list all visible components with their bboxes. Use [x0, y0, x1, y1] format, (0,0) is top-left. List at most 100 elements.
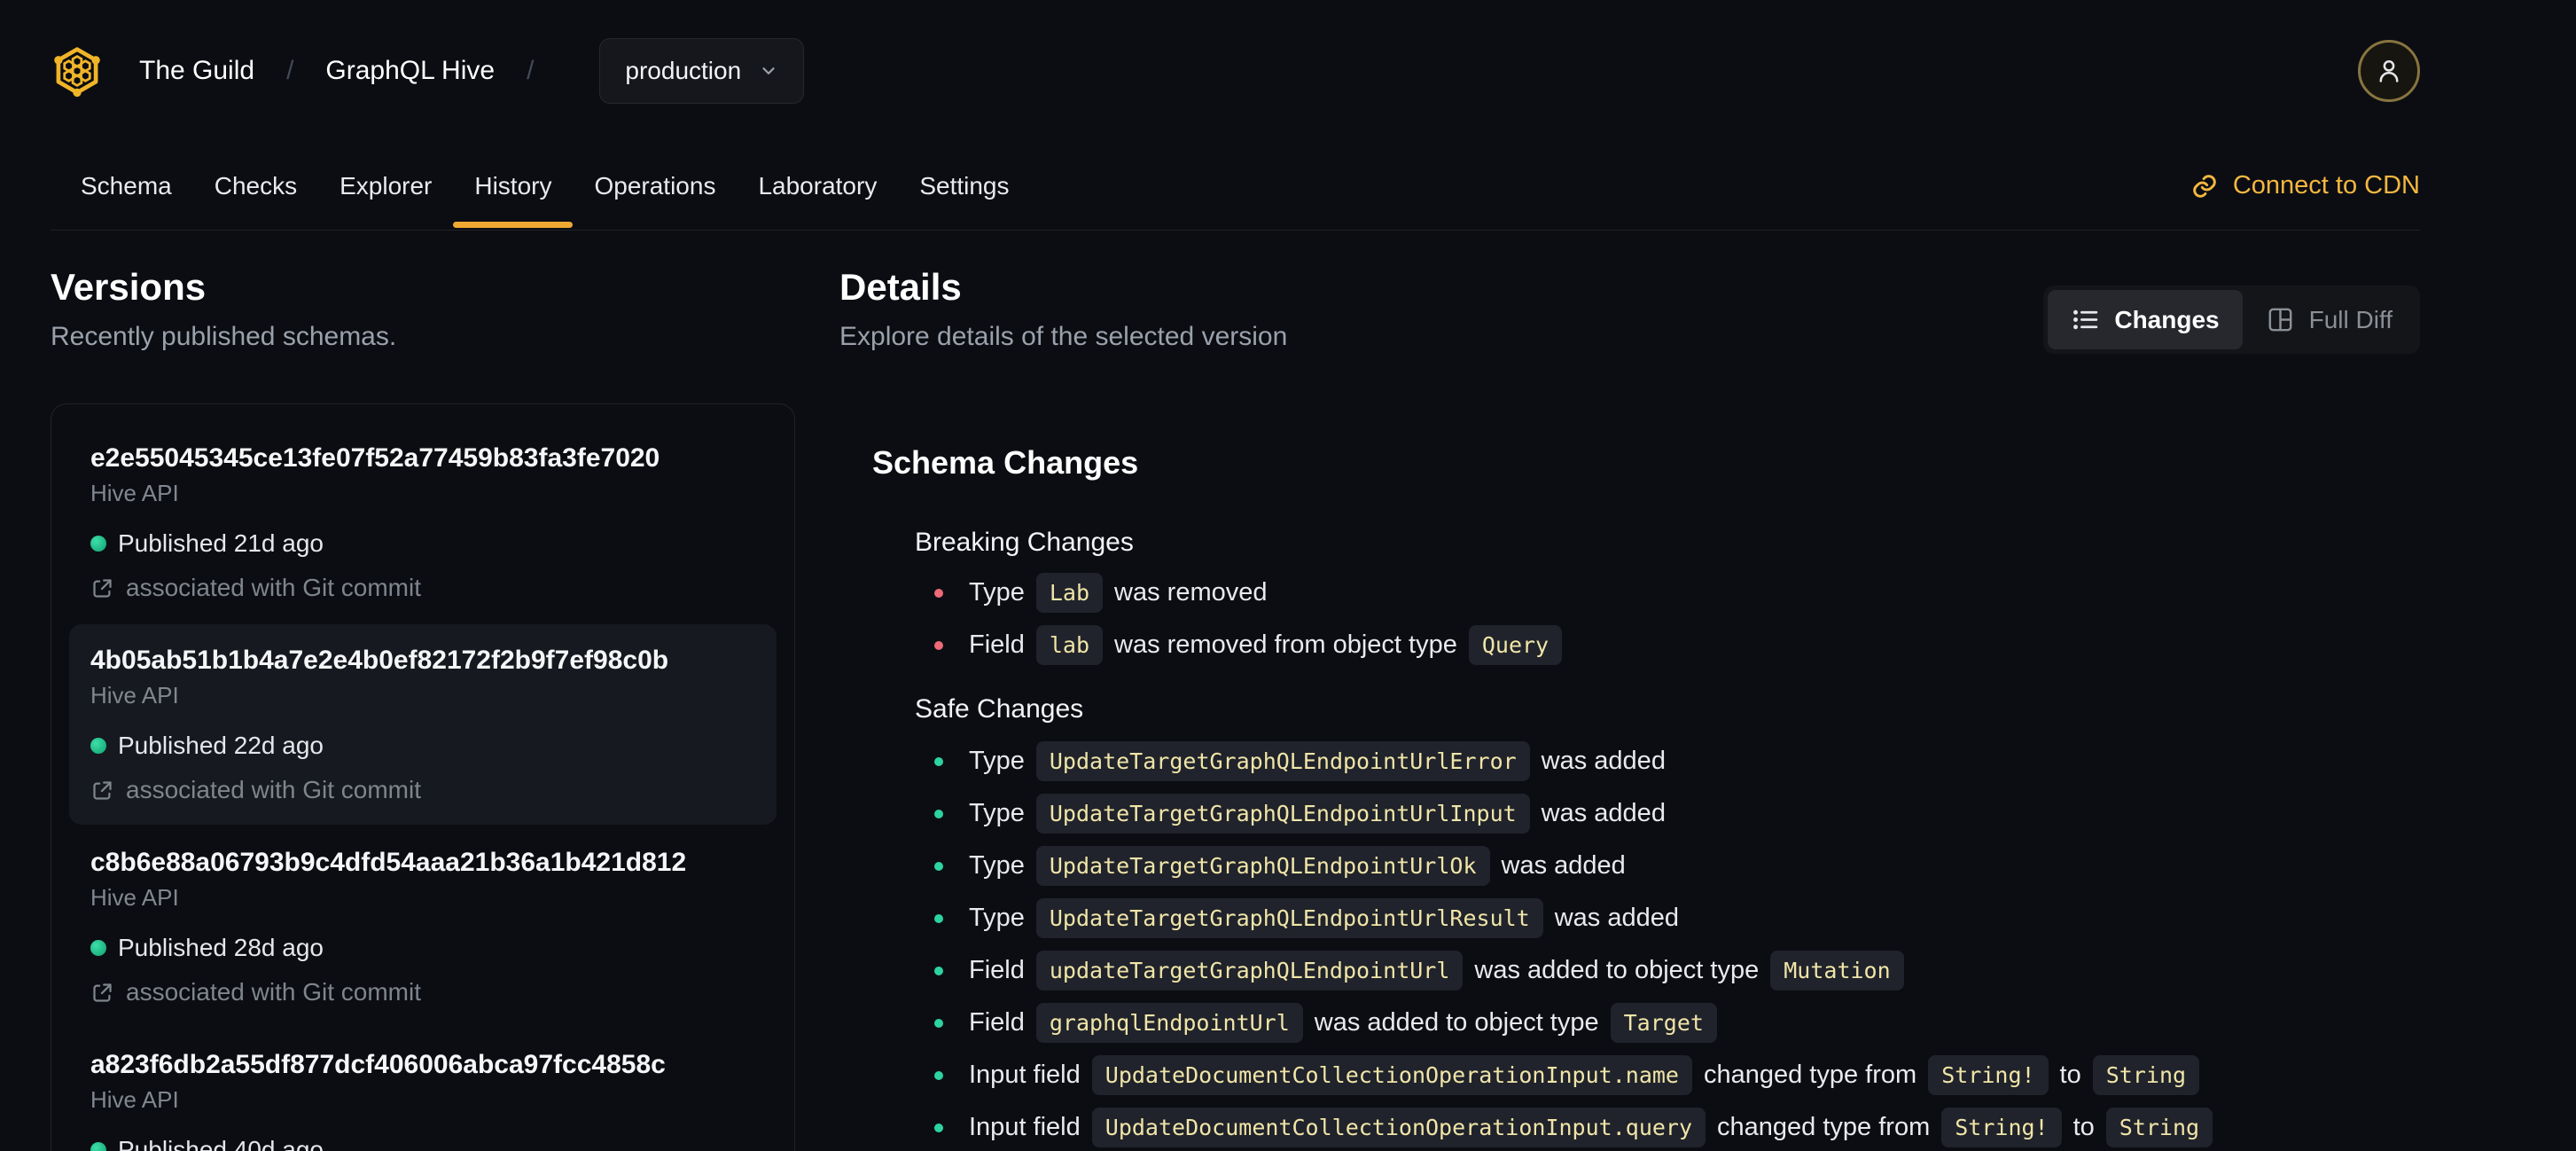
change-text: was added — [1554, 904, 1680, 932]
version-published: Published 22d ago — [118, 732, 324, 759]
git-commit-link[interactable]: associated with Git commit — [126, 775, 421, 805]
git-commit-link[interactable]: associated with Git commit — [126, 977, 421, 1007]
changes-view-label: Changes — [2114, 305, 2220, 333]
published-dot-icon — [90, 940, 106, 956]
tab-history[interactable]: History — [453, 142, 574, 230]
version-published: Published 21d ago — [118, 529, 324, 557]
version-list-item[interactable]: a823f6db2a55df877dcf406006abca97fcc4858c… — [69, 1029, 777, 1151]
safe-bullet-icon — [934, 809, 943, 818]
breadcrumb: The Guild / GraphQL Hive / production — [51, 0, 2420, 142]
change-code-chip: Query — [1468, 625, 1563, 665]
details-header: Details Explore details of the selected … — [839, 266, 2420, 354]
tab-settings[interactable]: Settings — [898, 142, 1030, 230]
change-text: Field — [969, 1008, 1025, 1037]
version-list: e2e55045345ce13fe07f52a77459b83fa3fe7020… — [51, 403, 795, 1151]
breadcrumb-project[interactable]: GraphQL Hive — [325, 56, 495, 86]
versions-panel: Versions Recently published schemas. e2e… — [51, 266, 795, 1151]
change-text: was added to object type — [1474, 956, 1760, 984]
version-published: Published 28d ago — [118, 934, 324, 961]
versions-title: Versions — [51, 266, 207, 308]
change-text: Field — [969, 630, 1025, 659]
breadcrumb-org[interactable]: The Guild — [139, 56, 254, 86]
details-panel: Details Explore details of the selected … — [839, 266, 2420, 1147]
change-text: to — [2073, 1113, 2095, 1141]
safe-bullet-icon — [934, 966, 943, 975]
external-link-icon — [93, 578, 112, 598]
schema-change-item: Type Lab was removed — [934, 573, 2420, 613]
git-commit-link[interactable]: associated with Git commit — [126, 573, 421, 603]
change-text: was added — [1501, 851, 1626, 880]
schema-changes-section: Schema Changes Breaking Changes Type Lab w… — [872, 443, 2420, 1147]
tab-operations[interactable]: Operations — [573, 142, 737, 230]
published-dot-icon — [90, 536, 106, 552]
version-hash: c8b6e88a06793b9c4dfd54aaa21b36a1b421d812 — [90, 848, 687, 877]
breaking-changes-group: Breaking Changes Type Lab was removed Field… — [915, 527, 2420, 665]
connect-to-cdn-link[interactable]: Connect to CDN — [2190, 171, 2420, 200]
change-code-chip: UpdateDocumentCollectionOperationInput.n… — [1091, 1055, 1692, 1095]
change-text: Input field — [969, 1113, 1081, 1141]
change-text: Type — [969, 904, 1025, 932]
target-selector-value: production — [625, 57, 742, 84]
schema-change-item: Input field UpdateDocumentCollectionOpera… — [934, 1055, 2420, 1095]
breadcrumb-separator: / — [286, 56, 294, 85]
version-list-item[interactable]: c8b6e88a06793b9c4dfd54aaa21b36a1b421d812… — [69, 826, 777, 1027]
safe-changes-group: Safe Changes Type UpdateTargetGraphQLEndp… — [915, 693, 2420, 1147]
tab-schema[interactable]: Schema — [59, 142, 193, 230]
schema-change-item: Type UpdateTargetGraphQLEndpointUrlInput w… — [934, 794, 2420, 834]
version-service: Hive API — [90, 1086, 179, 1113]
schema-change-item: Type UpdateTargetGraphQLEndpointUrlError w… — [934, 741, 2420, 781]
change-code-chip: lab — [1035, 625, 1104, 665]
full-diff-view-button[interactable]: Full Diff — [2243, 290, 2416, 349]
breaking-bullet-icon — [934, 588, 943, 598]
user-avatar[interactable] — [2358, 40, 2420, 102]
version-list-item[interactable]: 4b05ab51b1b4a7e2e4b0ef82172f2b9f7ef98c0b… — [69, 624, 777, 825]
safe-bullet-icon — [934, 1018, 943, 1028]
change-code-chip: graphqlEndpointUrl — [1035, 1003, 1303, 1043]
list-icon — [2073, 309, 2098, 330]
schema-change-item: Type UpdateTargetGraphQLEndpointUrlResult… — [934, 898, 2420, 938]
safe-bullet-icon — [934, 913, 943, 923]
changes-view-button[interactable]: Changes — [2048, 290, 2243, 349]
schema-change-item: Type UpdateTargetGraphQLEndpointUrlOk was … — [934, 846, 2420, 886]
tab-explorer[interactable]: Explorer — [318, 142, 453, 230]
safe-bullet-icon — [934, 756, 943, 766]
change-text: was removed from object type — [1114, 630, 1457, 659]
version-service: Hive API — [90, 682, 179, 709]
tab-checks[interactable]: Checks — [193, 142, 318, 230]
change-text: changed type from — [1717, 1113, 1931, 1141]
chevron-down-icon — [762, 67, 775, 74]
target-selector-dropdown[interactable]: production — [599, 38, 805, 104]
change-code-chip: updateTargetGraphQLEndpointUrl — [1035, 951, 1464, 990]
published-dot-icon — [90, 738, 106, 754]
versions-subtitle: Recently published schemas. — [51, 322, 397, 351]
change-text: Type — [969, 747, 1025, 775]
breaking-bullet-icon — [934, 640, 943, 650]
version-service: Hive API — [90, 884, 179, 911]
version-hash: e2e55045345ce13fe07f52a77459b83fa3fe7020 — [90, 443, 660, 473]
view-toggle-group: Changes Full Diff — [2043, 286, 2420, 354]
safe-bullet-icon — [934, 1123, 943, 1132]
change-text: Type — [969, 799, 1025, 827]
published-dot-icon — [90, 1142, 106, 1151]
schema-change-item: Field lab was removed from object type Quer… — [934, 625, 2420, 665]
hive-logo-icon[interactable] — [51, 44, 104, 98]
change-code-chip: UpdateDocumentCollectionOperationInput.q… — [1091, 1108, 1706, 1147]
tab-laboratory[interactable]: Laboratory — [737, 142, 898, 230]
schema-changes-title: Schema Changes — [872, 444, 1139, 481]
version-list-item[interactable]: e2e55045345ce13fe07f52a77459b83fa3fe7020… — [69, 422, 777, 622]
version-service: Hive API — [90, 480, 179, 506]
person-icon — [2379, 59, 2399, 82]
change-text: was removed — [1114, 578, 1268, 607]
change-code-chip: Lab — [1035, 573, 1104, 613]
change-code-chip: String — [2092, 1055, 2200, 1095]
app-header: The Guild / GraphQL Hive / production Sc… — [0, 0, 2576, 231]
schema-change-item: Input field UpdateDocumentCollectionOpera… — [934, 1108, 2420, 1147]
link-icon — [2193, 174, 2216, 198]
change-code-chip: UpdateTargetGraphQLEndpointUrlOk — [1035, 846, 1490, 886]
breadcrumb-separator: / — [527, 56, 535, 85]
external-link-icon — [93, 983, 112, 1002]
external-link-icon — [93, 780, 112, 800]
change-code-chip: UpdateTargetGraphQLEndpointUrlResult — [1035, 898, 1543, 938]
version-hash: a823f6db2a55df877dcf406006abca97fcc4858c — [90, 1050, 666, 1079]
change-text: Input field — [969, 1061, 1081, 1089]
